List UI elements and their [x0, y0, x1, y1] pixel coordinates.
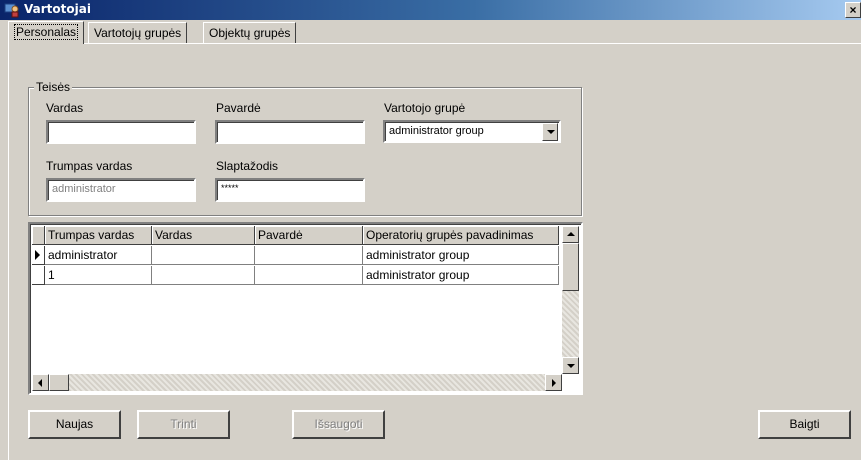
users-grid[interactable]: Trumpas vardas Vardas Pavardė Operatorių…: [28, 222, 583, 395]
password-field[interactable]: *****: [215, 178, 365, 202]
short-name-label: Trumpas vardas: [46, 159, 133, 173]
short-name-field[interactable]: administrator: [46, 178, 196, 202]
tab-personalas[interactable]: Personalas: [8, 21, 85, 44]
row-indicator: [32, 246, 45, 265]
header-indicator: [32, 226, 45, 245]
column-header-first-name[interactable]: Vardas: [152, 226, 255, 245]
new-button[interactable]: Naujas: [28, 410, 121, 439]
horizontal-scroll-thumb[interactable]: [49, 374, 69, 391]
tab-objektu-grupes[interactable]: Objektų grupės: [203, 22, 297, 43]
password-label: Slaptažodis: [216, 159, 279, 173]
column-header-short-name[interactable]: Trumpas vardas: [45, 226, 152, 245]
cell-short-name[interactable]: 1: [45, 266, 152, 285]
first-name-label: Vardas: [46, 101, 84, 115]
rights-legend: Teisės: [34, 80, 73, 94]
delete-button[interactable]: Trinti: [137, 410, 230, 439]
user-group-select[interactable]: administrator group: [383, 120, 561, 143]
row-indicator: [32, 266, 45, 285]
tab-label: Personalas: [14, 24, 79, 40]
cell-first-name[interactable]: [152, 246, 255, 265]
window-title: Vartotojai: [24, 2, 91, 16]
tab-label: Objektų grupės: [209, 26, 291, 40]
chevron-down-icon[interactable]: [542, 123, 558, 141]
finish-button[interactable]: Baigti: [758, 410, 851, 439]
title-bar: Vartotojai ×: [0, 0, 861, 20]
column-header-group-name[interactable]: Operatorių grupės pavadinimas: [363, 226, 559, 245]
close-button[interactable]: ×: [845, 2, 861, 18]
cell-first-name[interactable]: [152, 266, 255, 285]
user-group-value: administrator group: [389, 125, 484, 137]
save-button[interactable]: Išsaugoti: [292, 410, 385, 439]
vertical-scroll-thumb[interactable]: [562, 243, 579, 291]
tab-label: Vartotojų grupės: [94, 26, 182, 40]
close-icon: ×: [849, 3, 857, 17]
vertical-scrollbar[interactable]: [562, 226, 579, 374]
cell-group-name[interactable]: administrator group: [363, 246, 559, 265]
current-row-icon: [35, 250, 40, 260]
users-app-icon: [4, 3, 19, 18]
first-name-field[interactable]: [46, 120, 196, 144]
cell-short-name[interactable]: administrator: [45, 246, 152, 265]
scroll-right-icon[interactable]: [545, 374, 562, 391]
last-name-field[interactable]: [215, 120, 365, 144]
horizontal-scrollbar[interactable]: [32, 374, 562, 391]
scroll-down-icon[interactable]: [562, 357, 579, 374]
user-group-label: Vartotojo grupė: [384, 101, 466, 115]
last-name-label: Pavardė: [216, 101, 261, 115]
cell-last-name[interactable]: [255, 266, 363, 285]
scroll-up-icon[interactable]: [562, 226, 579, 243]
cell-group-name[interactable]: administrator group: [363, 266, 559, 285]
scroll-left-icon[interactable]: [32, 374, 49, 391]
cell-last-name[interactable]: [255, 246, 363, 265]
tab-vartotoju-grupes[interactable]: Vartotojų grupės: [88, 22, 188, 43]
column-header-last-name[interactable]: Pavardė: [255, 226, 363, 245]
